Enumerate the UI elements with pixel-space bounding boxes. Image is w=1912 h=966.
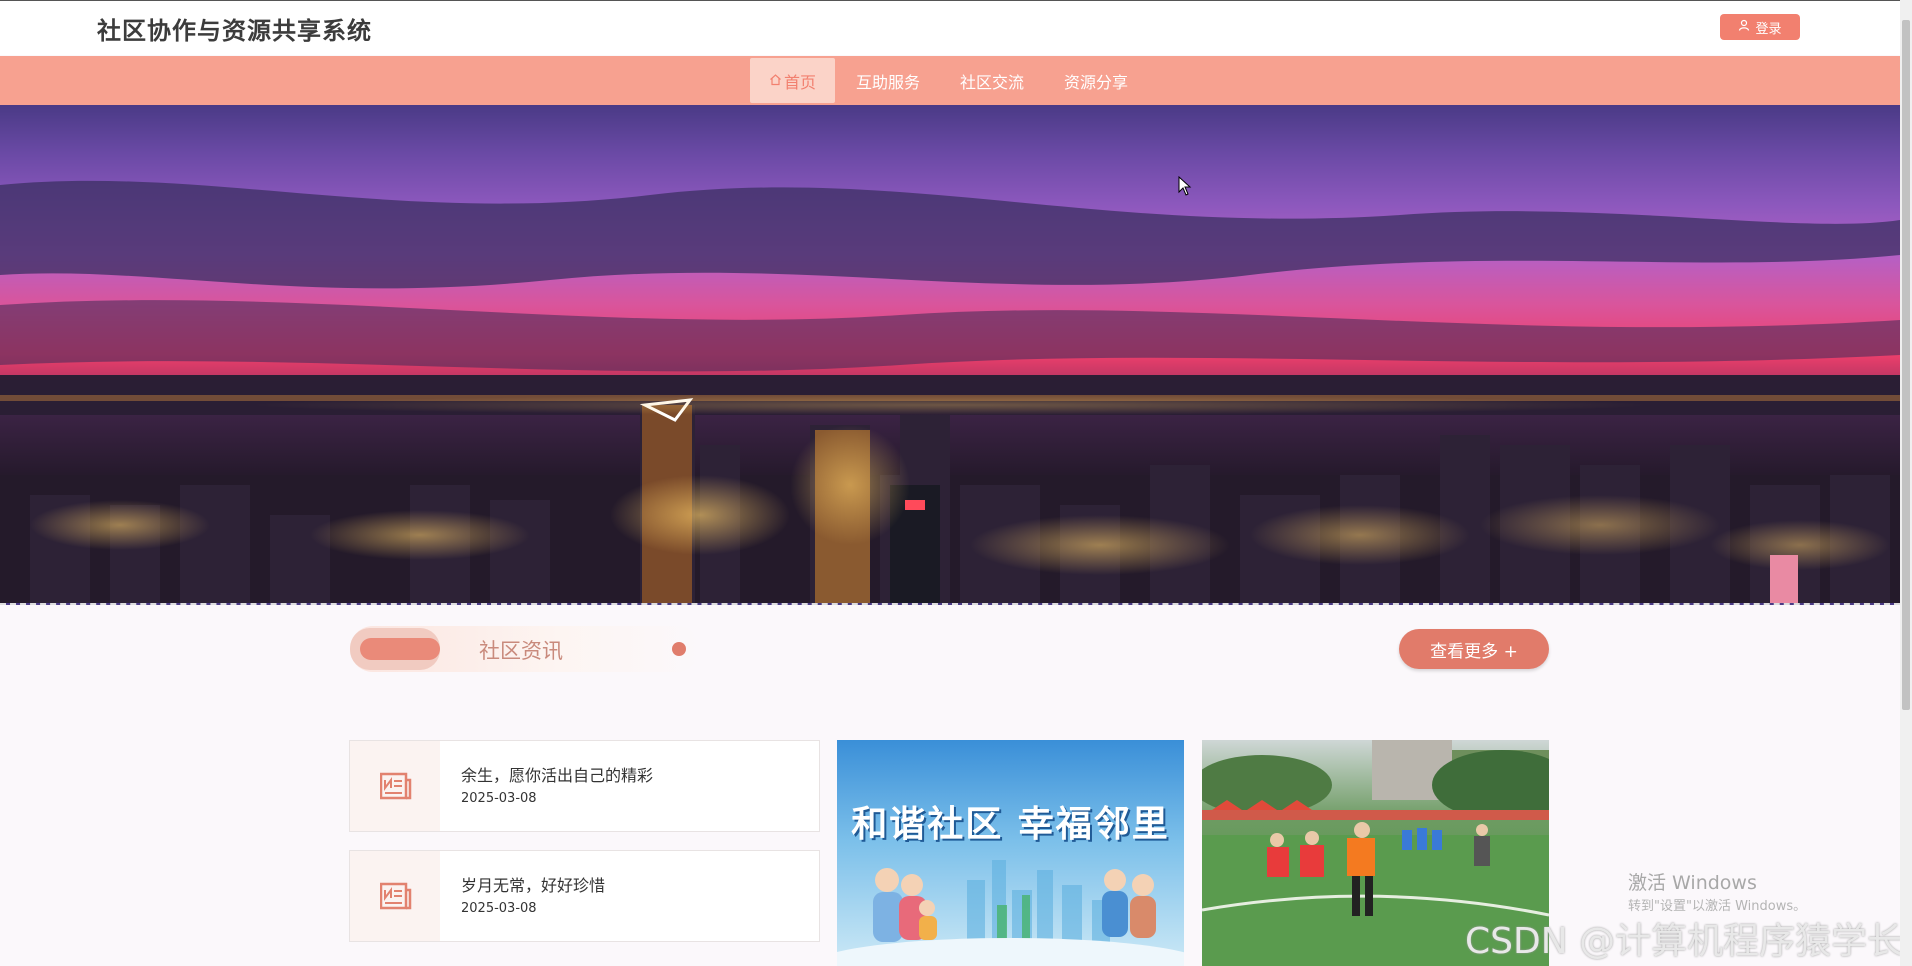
news-item[interactable]: 余生，愿你活出自己的精彩 2025-03-08 (349, 740, 820, 832)
csdn-watermark: CSDN @计算机程序猿学长 (1465, 921, 1904, 962)
nav-item-home[interactable]: 首页 (750, 58, 835, 103)
nav-item-mutual-aid[interactable]: 互助服务 (846, 56, 930, 105)
news-picture-card-harmony[interactable]: 和谐社区 幸福邻里 (837, 740, 1184, 966)
site-header: 社区协作与资源共享系统 登录 (0, 0, 1900, 55)
news-title[interactable]: 岁月无常，好好珍惜 (461, 872, 605, 896)
decorative-pill-inner (360, 638, 440, 660)
harmony-community-illustration (837, 860, 1184, 966)
news-date: 2025-03-08 (461, 901, 537, 916)
news-item[interactable]: 岁月无常，好好珍惜 2025-03-08 (349, 850, 820, 942)
nav-label-mutual-aid: 互助服务 (855, 72, 920, 92)
news-icon-box (350, 851, 440, 941)
news-list: 余生，愿你活出自己的精彩 2025-03-08 岁月无常，好好珍惜 2025-0… (349, 740, 820, 960)
nav-label-community-exchange: 社区交流 (959, 72, 1024, 92)
banner-carousel[interactable] (0, 105, 1900, 605)
city-skyline-image (0, 180, 1900, 603)
newspaper-icon (380, 882, 412, 910)
decorative-dot (672, 642, 686, 656)
home-icon (769, 71, 784, 90)
page-scrollbar[interactable] (1900, 0, 1912, 966)
nav-item-community-exchange[interactable]: 社区交流 (950, 56, 1034, 105)
news-date: 2025-03-08 (461, 791, 537, 806)
nav-item-resource-sharing[interactable]: 资源分享 (1054, 56, 1138, 105)
mouse-cursor-icon (1178, 175, 1192, 200)
login-button[interactable]: 登录 (1720, 14, 1800, 40)
news-icon-box (350, 741, 440, 831)
nav-label-home: 首页 (783, 72, 816, 92)
nav-label-resource-sharing: 资源分享 (1063, 72, 1128, 92)
user-icon (1738, 19, 1750, 35)
windows-activation-watermark: 激活 Windows (1628, 872, 1757, 894)
site-title: 社区协作与资源共享系统 (97, 17, 372, 45)
section-title: 社区资讯 (479, 639, 563, 663)
main-nav: 首页 互助服务 社区交流 资源分享 (0, 56, 1900, 105)
newspaper-icon (380, 772, 412, 800)
scrollbar-thumb[interactable] (1902, 20, 1910, 710)
news-title[interactable]: 余生，愿你活出自己的精彩 (461, 762, 653, 786)
news-section-header: 社区资讯 查看更多 + (350, 626, 1550, 672)
view-more-button[interactable]: 查看更多 + (1399, 629, 1549, 669)
picture-caption: 和谐社区 幸福邻里 (851, 804, 1170, 845)
login-label: 登录 (1755, 21, 1782, 37)
